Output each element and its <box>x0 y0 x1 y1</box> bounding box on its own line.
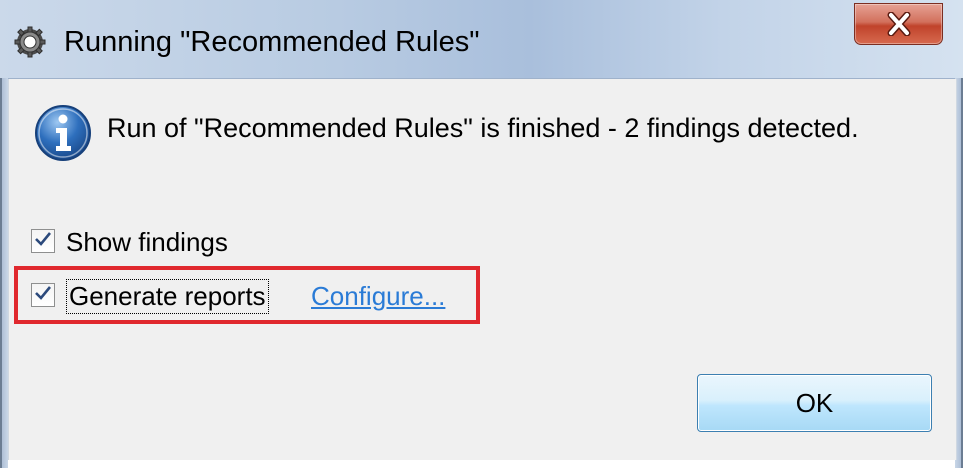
info-icon <box>34 104 92 162</box>
generate-reports-checkbox[interactable] <box>31 283 55 307</box>
check-icon <box>34 231 52 252</box>
status-message: Run of "Recommended Rules" is finished -… <box>107 113 859 143</box>
configure-link[interactable]: Configure... <box>311 281 445 312</box>
show-findings-checkbox[interactable] <box>31 229 55 253</box>
show-findings-label[interactable]: Show findings <box>66 227 228 258</box>
dialog-title: Running "Recommended Rules" <box>64 26 480 58</box>
window-frame-left <box>0 78 8 468</box>
ok-button[interactable]: OK <box>697 374 932 432</box>
check-icon <box>34 285 52 306</box>
close-icon <box>884 12 914 36</box>
close-button[interactable] <box>854 3 943 45</box>
dialog-window: Running "Recommended Rules" Run of "Reco… <box>0 0 963 468</box>
title-bar[interactable]: Running "Recommended Rules" <box>0 0 963 79</box>
gear-icon <box>14 26 46 58</box>
generate-reports-label[interactable]: Generate reports <box>66 279 269 314</box>
